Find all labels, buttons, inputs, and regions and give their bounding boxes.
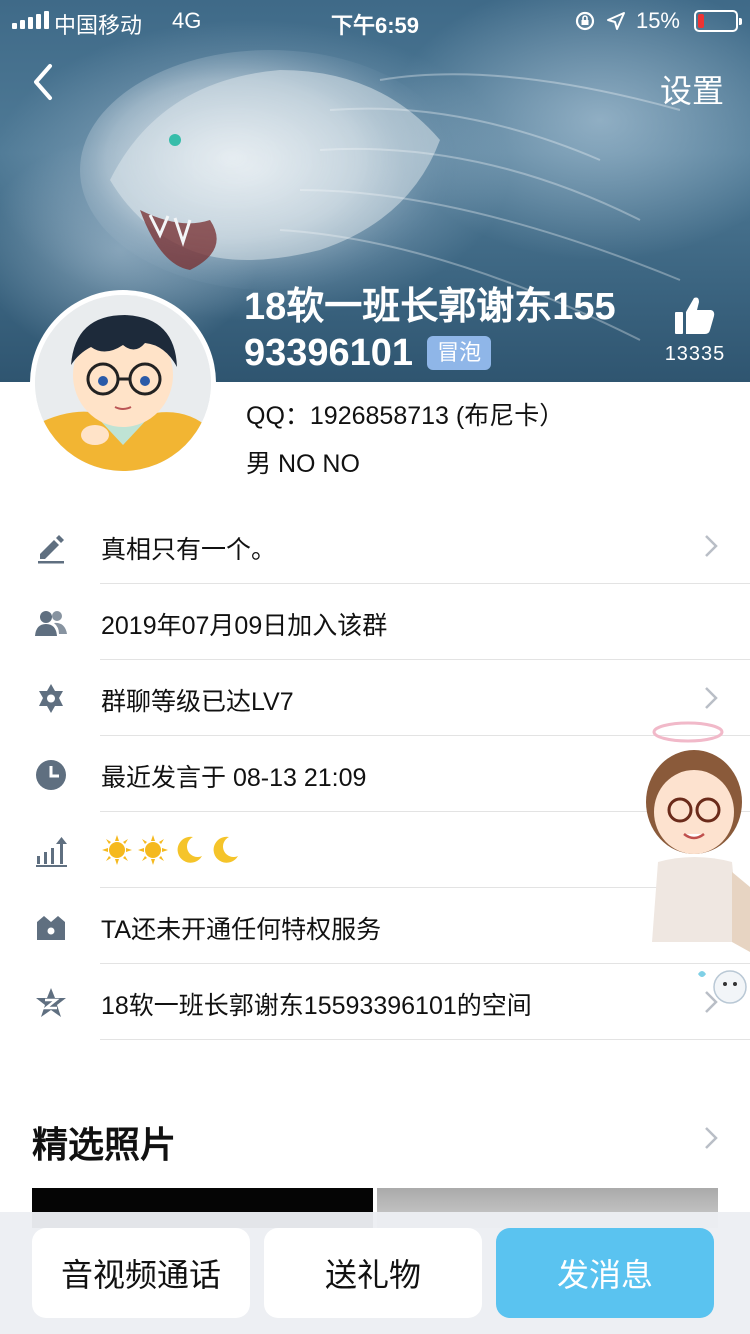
edit-icon xyxy=(38,535,64,564)
avatar-image xyxy=(35,295,211,471)
qzone-text: 18软一班长郭谢东15593396101的空间 xyxy=(101,992,532,1020)
like-count: 13335 xyxy=(664,343,726,365)
last-speak-text: 最近发言于 08-13 21:09 xyxy=(101,764,367,792)
send-message-button[interactable]: 发消息 xyxy=(496,1228,714,1318)
list-item-signature[interactable]: 真相只有一个。 xyxy=(0,508,750,584)
star-badge-icon xyxy=(39,684,63,713)
video-call-button[interactable]: 音视频通话 xyxy=(32,1228,250,1318)
battery-icon xyxy=(694,10,742,32)
thumbs-up-icon xyxy=(675,297,715,334)
signature-text: 真相只有一个。 xyxy=(101,536,277,564)
group-icon xyxy=(35,611,67,636)
qzone-icon xyxy=(36,988,66,1017)
send-gift-button[interactable]: 送礼物 xyxy=(264,1228,482,1318)
chevron-right-icon[interactable] xyxy=(704,1126,718,1150)
privileges-text: TA还未开通任何特权服务 xyxy=(101,916,382,944)
featured-photos-title[interactable]: 精选照片 xyxy=(32,1116,176,1168)
angel-boy-sticker xyxy=(646,721,750,1004)
profile-name: 18软一班长郭谢东155 xyxy=(244,286,616,328)
back-button[interactable] xyxy=(28,62,68,106)
status-bar: 中国移动 4G 下午6:59 15% xyxy=(0,0,750,40)
avatar[interactable] xyxy=(30,290,216,476)
settings-button[interactable]: 设置 xyxy=(660,66,724,112)
qq-number[interactable]: QQ：1926858713 (布尼卡） xyxy=(246,396,564,432)
like-button[interactable]: 13335 xyxy=(662,296,728,366)
level-chart-icon xyxy=(36,837,67,867)
qq-level-badges xyxy=(101,834,241,866)
gender-info: 男 NO NO xyxy=(246,450,360,478)
list-item-join-date: 2019年07月09日加入该群 xyxy=(0,584,750,660)
clock-icon xyxy=(36,760,66,790)
rotation-lock-icon xyxy=(575,11,595,31)
profile-name-tail: 93396101 xyxy=(244,332,414,374)
crown-icon xyxy=(37,916,65,940)
location-icon xyxy=(606,12,625,30)
status-icons: 15% xyxy=(574,8,680,34)
join-date-text: 2019年07月09日加入该群 xyxy=(101,612,388,640)
profile-name-continued: 93396101 冒泡 xyxy=(244,330,492,376)
bottom-action-bar: 音视频通话 送礼物 发消息 xyxy=(0,1212,750,1334)
group-level-text: 群聊等级已达LV7 xyxy=(101,688,294,716)
sun-icon xyxy=(102,835,132,865)
battery-percent: 15% xyxy=(635,8,680,33)
chevron-right-icon xyxy=(705,687,718,709)
moon-icon xyxy=(177,836,202,863)
sun-icon xyxy=(138,835,168,865)
moon-icon xyxy=(213,836,238,863)
chevron-right-icon xyxy=(705,535,718,557)
bubble-tag[interactable]: 冒泡 xyxy=(427,336,492,370)
cartoon-boy-avatar xyxy=(35,295,211,471)
chevron-left-icon xyxy=(34,64,52,100)
